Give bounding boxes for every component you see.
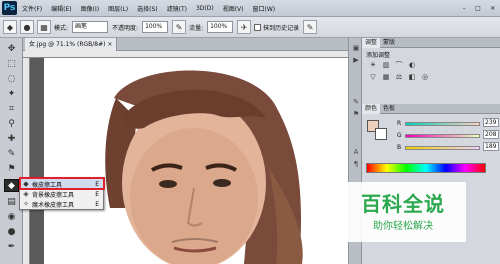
pressure-size-icon[interactable]: ✎	[303, 20, 318, 34]
close-icon[interactable]: ✕	[490, 5, 495, 12]
exposure-icon[interactable]: ◐	[407, 61, 417, 70]
portrait-photo	[105, 70, 303, 264]
levels-icon[interactable]: ▥	[381, 61, 391, 70]
tab-masks[interactable]: 蒙版	[380, 38, 398, 48]
slider-b[interactable]	[405, 146, 480, 150]
menu-items: 文件(F) 编辑(E) 图像(I) 图层(L) 选择(S) 滤镜(T) 3D(D…	[22, 0, 284, 17]
character-panel-icon[interactable]: A	[351, 148, 361, 157]
document-image[interactable]	[44, 58, 348, 264]
slider-r[interactable]	[405, 122, 480, 126]
eraser-preset-icon[interactable]: ◆	[3, 20, 17, 34]
photoshop-logo: Ps	[2, 1, 17, 15]
history-panel-icon[interactable]: ▣	[351, 44, 361, 53]
color-panel-tabs: 颜色 色板	[362, 104, 500, 114]
maximize-icon[interactable]: □	[475, 5, 481, 12]
eyedropper-tool-icon[interactable]: ⚲	[4, 117, 19, 130]
brightness-icon[interactable]: ☀	[368, 61, 378, 70]
eraser-tool-icon[interactable]: ◆	[4, 179, 19, 192]
slider-value-g[interactable]: 208	[483, 130, 499, 139]
move-tool-icon[interactable]: ✥	[4, 42, 19, 55]
menu-3d[interactable]: 3D(D)	[196, 5, 214, 12]
highlight-box	[19, 177, 105, 190]
flyout-item-magic-eraser[interactable]: ✧ 魔术橡皮擦工具 E	[20, 199, 105, 209]
photo-filter-icon[interactable]: ◎	[420, 73, 430, 82]
vibrance-icon[interactable]: ▽	[368, 73, 378, 82]
blur-tool-icon[interactable]: ◉	[4, 210, 19, 223]
menu-file[interactable]: 文件(F)	[22, 4, 42, 13]
color-balance-icon[interactable]: ⚖	[394, 73, 404, 82]
brush-panel-icon[interactable]: ✎	[351, 98, 361, 107]
lasso-tool-icon[interactable]: ◌	[4, 72, 19, 85]
minimize-icon[interactable]: –	[463, 5, 466, 12]
menu-edit[interactable]: 编辑(E)	[51, 4, 71, 13]
layers-panel-fragment	[466, 182, 500, 242]
flow-field[interactable]: 100%	[207, 21, 234, 33]
clone-panel-icon[interactable]: ⚑	[351, 110, 361, 119]
curves-icon[interactable]: ⌒	[394, 61, 404, 70]
flyout-item-label: 背景橡皮擦工具	[32, 191, 75, 199]
watermark: 百科全说 助你轻松解决	[343, 182, 500, 242]
horizontal-ruler	[23, 51, 348, 58]
menu-image[interactable]: 图像(I)	[81, 4, 99, 13]
document-tab-bar: 女.jpg @ 71.1% (RGB/8#) ×	[23, 38, 348, 51]
menu-filter[interactable]: 滤镜(T)	[167, 4, 187, 13]
flyout-item-background-eraser[interactable]: ◈ 背景橡皮擦工具 E	[20, 189, 105, 199]
flyout-item-shortcut: E	[95, 190, 99, 198]
window-controls: – □ ✕	[458, 0, 500, 17]
brush-panel-icon[interactable]: ▦	[37, 20, 51, 34]
crop-tool-icon[interactable]: ⌗	[4, 102, 19, 115]
flyout-item-shortcut: E	[95, 200, 99, 208]
flow-label: 流量:	[189, 24, 204, 32]
toolbox: ✥ ⬚ ◌ ✦ ⌗ ⚲ ✚ ✎ ⚑ ↺ ◆ ▤ ◉ ● ✒	[0, 38, 23, 264]
background-eraser-icon: ◈	[23, 190, 29, 198]
erase-history-checkbox[interactable]	[254, 23, 262, 31]
opacity-label: 不透明度:	[112, 24, 139, 32]
marquee-tool-icon[interactable]: ⬚	[4, 57, 19, 70]
mode-select[interactable]: 画笔	[72, 21, 109, 33]
adjust-title: 添加调整	[366, 52, 391, 59]
color-spectrum[interactable]	[366, 163, 486, 173]
menu-window[interactable]: 窗口(W)	[253, 4, 276, 13]
brush-size-icon[interactable]: ●	[20, 20, 34, 34]
adjust-panel-tabs: 调整 蒙版	[362, 38, 500, 48]
erase-history-label: 抹到历史记录	[263, 24, 300, 32]
slider-g[interactable]	[405, 134, 480, 138]
slider-label-b: B	[397, 144, 402, 151]
paragraph-panel-icon[interactable]: ¶	[351, 160, 361, 169]
menu-view[interactable]: 视图(V)	[223, 4, 244, 13]
quick-select-tool-icon[interactable]: ✦	[4, 87, 19, 100]
watermark-subtitle: 助你轻松解决	[373, 221, 433, 232]
brush-tool-icon[interactable]: ✎	[4, 147, 19, 160]
watermark-title: 百科全说	[361, 192, 445, 216]
menu-bar: Ps 文件(F) 编辑(E) 图像(I) 图层(L) 选择(S) 滤镜(T) 3…	[0, 0, 500, 17]
slider-value-b[interactable]: 189	[483, 142, 499, 151]
document-tab[interactable]: 女.jpg @ 71.1% (RGB/8#) ×	[25, 38, 118, 51]
tab-color[interactable]: 颜色	[362, 104, 381, 114]
slider-label-r: R	[397, 120, 402, 127]
tab-swatches[interactable]: 色板	[380, 104, 398, 114]
hue-sat-icon[interactable]: ▦	[381, 73, 391, 82]
menu-select[interactable]: 选择(S)	[137, 4, 158, 13]
clone-stamp-tool-icon[interactable]: ⚑	[4, 162, 19, 175]
pen-tool-icon[interactable]: ✒	[4, 240, 19, 253]
slider-label-g: G	[397, 132, 402, 139]
healing-brush-tool-icon[interactable]: ✚	[4, 132, 19, 145]
magic-eraser-icon: ✧	[23, 200, 29, 208]
options-bar: ◆ ● ▦ 模式: 画笔 不透明度: 100% ✎ 流量: 100% ✈ 抹到历…	[0, 17, 500, 38]
flyout-item-label: 魔术橡皮擦工具	[32, 201, 75, 209]
mode-label: 模式:	[54, 24, 69, 32]
pressure-opacity-icon[interactable]: ✎	[172, 20, 187, 34]
actions-panel-icon[interactable]: ▶	[351, 56, 361, 65]
gradient-tool-icon[interactable]: ▤	[4, 195, 19, 208]
background-color-swatch[interactable]	[375, 128, 387, 140]
dodge-tool-icon[interactable]: ●	[4, 225, 19, 238]
opacity-field[interactable]: 100%	[142, 21, 169, 33]
black-white-icon[interactable]: ◧	[407, 73, 417, 82]
vertical-ruler	[23, 58, 30, 264]
airbrush-icon[interactable]: ✈	[237, 20, 252, 34]
tab-adjustments[interactable]: 调整	[362, 38, 381, 48]
slider-value-r[interactable]: 239	[483, 118, 499, 127]
menu-layer[interactable]: 图层(L)	[108, 4, 128, 13]
